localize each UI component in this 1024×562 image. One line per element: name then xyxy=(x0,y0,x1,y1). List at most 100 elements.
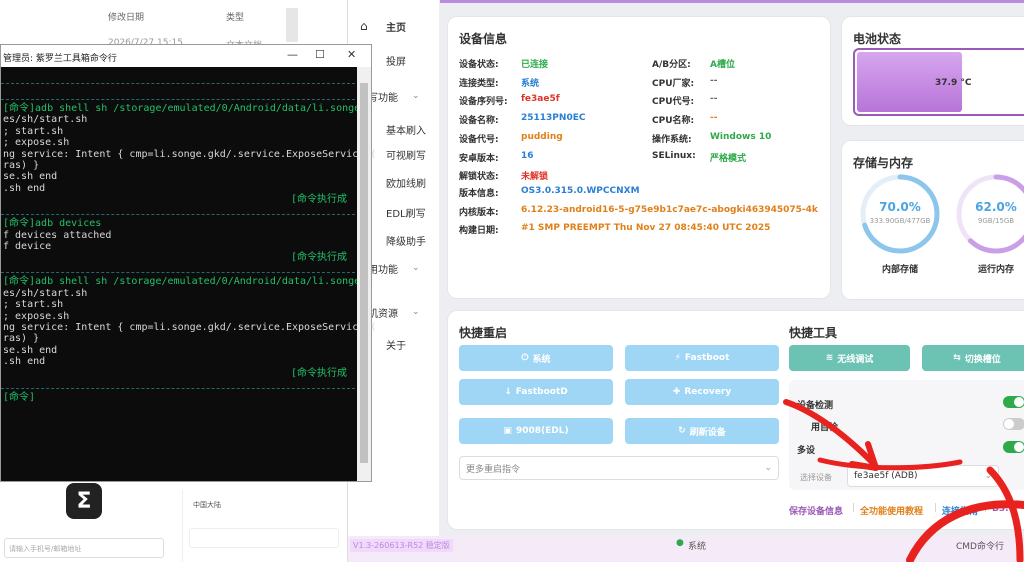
col-type-header[interactable]: 类型 xyxy=(226,10,244,23)
cmd-scroll-thumb[interactable] xyxy=(360,83,368,463)
cmd-output-line: [命令] xyxy=(3,391,36,403)
minimize-icon[interactable]: — xyxy=(287,48,298,61)
ram-ring xyxy=(956,174,1024,254)
reboot-fastboot-button[interactable]: ⚡ Fastboot xyxy=(625,345,779,371)
cmd-separator xyxy=(1,214,355,216)
internal-storage-label: 内部存储 xyxy=(881,265,918,275)
power-icon: ⏻ xyxy=(521,353,529,363)
sidebar-item-label: 关于 xyxy=(386,340,406,352)
info-key: 内核版本: xyxy=(459,207,499,218)
cmd-output-line: ng service: Intent { cmp=li.songe.gkd/.s… xyxy=(3,148,377,160)
info-value: A槽位 xyxy=(710,60,735,70)
cmd-output-line: [命令]adb shell sh /storage/emulated/0/And… xyxy=(3,103,373,114)
info-value: 16 xyxy=(521,150,534,161)
info-key: 构建日期: xyxy=(459,226,499,237)
wireless-debug-button[interactable]: ≋ 无线调试 xyxy=(789,345,910,371)
sidebar-item-label: 用功能 xyxy=(368,264,398,276)
cmd-titlebar[interactable]: 管理员: 紫罗兰工具箱命令行 — ☐ ✕ xyxy=(1,45,371,67)
info-key: A/B分区: xyxy=(652,60,691,70)
cmd-separator xyxy=(1,387,355,389)
extra-link[interactable]: B3.0 xyxy=(992,504,1015,514)
battery-title: 电池状态 xyxy=(853,32,902,46)
internal-storage-ring xyxy=(860,174,940,254)
cmd-output-line: [命令]adb devices xyxy=(3,218,102,230)
status-bar: V1.3-260613-R52 稳定版 ● 系统 CMD命令行 xyxy=(348,536,1024,562)
cmd-output-line: ; start.sh xyxy=(3,125,64,137)
save-device-info-link[interactable]: 保存设备信息 xyxy=(789,504,843,517)
toggle-self-check[interactable] xyxy=(1003,418,1024,430)
internal-storage-pct: 70.0% xyxy=(879,200,921,214)
ram-label: 运行内存 xyxy=(977,265,1014,275)
sidebar-item-label: 降级助手 xyxy=(386,236,426,248)
info-value: -- xyxy=(710,113,718,124)
cmd-window: 管理员: 紫罗兰工具箱命令行 — ☐ ✕ [命令]adb shell sh /s… xyxy=(0,44,376,482)
cmd-output-line: ras) } xyxy=(3,160,40,171)
maximize-icon[interactable]: ☐ xyxy=(315,48,325,61)
close-icon[interactable]: ✕ xyxy=(347,48,356,61)
info-key: CPU名称: xyxy=(652,116,695,127)
explorer-scrollbar[interactable] xyxy=(286,8,298,42)
swap-icon: ⇆ xyxy=(953,353,961,363)
connect-guide-link[interactable]: 连接指南 xyxy=(942,504,978,517)
cmd-output-line: [命令]adb shell sh /storage/emulated/0/And… xyxy=(3,276,373,288)
info-key: SELinux: xyxy=(652,150,696,161)
toggle-label-multi: 多设 xyxy=(797,446,816,456)
info-key: 安卓版本: xyxy=(459,153,499,164)
internal-storage-sub: 333.90GB/477GB xyxy=(869,217,931,225)
more-reboot-select[interactable]: 更多重启指令 ⌄ xyxy=(459,456,779,480)
cmd-output-line: .sh end xyxy=(3,182,46,194)
cmd-output-line: es/sh/start.sh xyxy=(3,287,88,299)
tutorial-link[interactable]: 全功能使用教程 xyxy=(860,504,923,517)
info-value: 未解锁 xyxy=(521,172,549,183)
toggle-device-detect[interactable] xyxy=(1003,396,1024,408)
refresh-icon: ↻ xyxy=(678,426,686,436)
toggle-multi-device[interactable] xyxy=(1003,441,1024,453)
sidebar-item-label: 投屏 xyxy=(386,56,406,68)
cmd-output-line: ng service: Intent { cmp=li.songe.gkd/.s… xyxy=(3,322,377,333)
info-key: 操作系统: xyxy=(652,134,692,145)
login-input[interactable] xyxy=(189,528,339,548)
chevron-down-icon[interactable]: ⌄ xyxy=(412,91,420,101)
cmd-output-line: f devices attached xyxy=(3,229,112,241)
cmd-scrollbar[interactable] xyxy=(357,67,371,481)
arrow-down-icon: ↓ xyxy=(504,387,512,397)
phone-input[interactable]: 请输入手机号/邮箱地址 xyxy=(4,538,164,558)
tools-title: 快捷工具 xyxy=(789,326,838,340)
sidebar-item-label: 写功能 xyxy=(368,92,398,104)
reboot-edl-button[interactable]: ▣ 9008(EDL) xyxy=(459,418,613,444)
switch-slot-button[interactable]: ⇆ 切换槽位 xyxy=(922,345,1024,371)
info-value: Windows 10 xyxy=(710,131,772,142)
info-value: -- xyxy=(710,94,718,105)
link-divider: | xyxy=(852,503,856,513)
reboot-fastbootd-button[interactable]: ↓ FastbootD xyxy=(459,379,613,405)
cmd-link[interactable]: CMD命令行 xyxy=(956,539,1004,552)
sidebar-item-home[interactable]: ⌂ 主页 xyxy=(348,14,440,38)
chevron-down-icon: ⌄ xyxy=(984,471,992,481)
info-key: CPU厂家: xyxy=(652,78,695,89)
info-key: 设备代号: xyxy=(459,134,499,145)
info-value: 已连接 xyxy=(521,60,549,70)
reboot-title: 快捷重启 xyxy=(459,326,508,340)
sidebar-item-label: EDL刷写 xyxy=(386,208,426,220)
medkit-icon: ✚ xyxy=(672,387,681,397)
reboot-system-button[interactable]: ⏻ 系统 xyxy=(459,345,613,371)
cmd-output-line: [命令执行成 xyxy=(291,367,348,379)
device-select[interactable]: fe3ae5f (ADB) ⌄ xyxy=(847,465,999,487)
info-value: 6.12.23-android16-5-g75e9b1c7ae7c-abogki… xyxy=(521,204,818,215)
sidebar-item-label: 基本刷入 xyxy=(386,125,426,137)
info-key: 设备序列号: xyxy=(459,97,508,108)
sidebar-item-label: 可视刷写 xyxy=(386,150,426,162)
chevron-down-icon[interactable]: ⌄ xyxy=(412,307,420,317)
reboot-recovery-button[interactable]: ✚ Recovery xyxy=(625,379,779,405)
refresh-device-button[interactable]: ↻ 刷新设备 xyxy=(625,418,779,444)
col-date-header[interactable]: 修改日期 xyxy=(108,10,144,23)
link-divider: | xyxy=(984,503,988,513)
device-info-card: 设备信息 设备状态: 已连接 连接类型: 系统 设备序列号: fe3ae5f 设备名称: 25… xyxy=(447,16,831,299)
sidebar-item-label: 欧加线刷 xyxy=(386,178,426,190)
select-device-label: 选择设备 xyxy=(800,473,832,482)
cmd-output-line: se.sh end xyxy=(3,344,58,356)
chevron-down-icon: ⌄ xyxy=(764,463,772,473)
info-key: CPU代号: xyxy=(652,97,695,108)
chevron-down-icon[interactable]: ⌄ xyxy=(412,263,420,273)
cmd-output-line: es/sh/start.sh xyxy=(3,114,88,126)
